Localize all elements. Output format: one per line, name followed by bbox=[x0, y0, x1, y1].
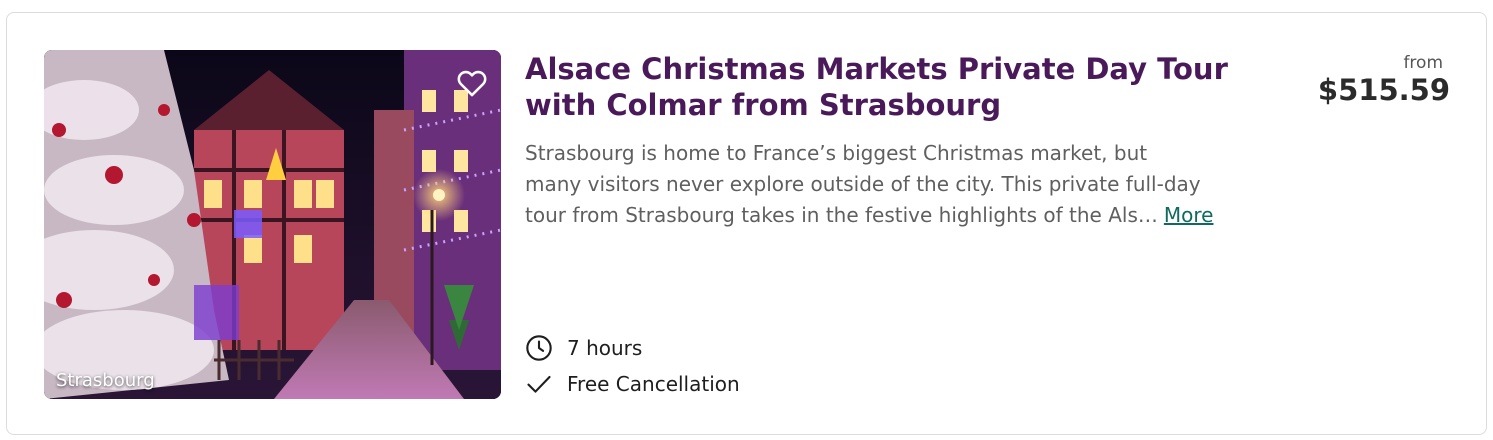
description-line: Strasbourg is home to France’s biggest C… bbox=[525, 141, 1148, 165]
description-line-text: tour from Strasbourg takes in the festiv… bbox=[525, 203, 1158, 227]
tour-title[interactable]: Alsace Christmas Markets Private Day Tou… bbox=[525, 51, 1245, 123]
christmas-street-photo bbox=[44, 50, 501, 399]
more-link[interactable]: More bbox=[1164, 203, 1214, 227]
description-line: tour from Strasbourg takes in the festiv… bbox=[525, 200, 1245, 231]
checkmark-icon bbox=[527, 375, 551, 393]
heart-outline-icon[interactable] bbox=[455, 66, 489, 100]
duration-label: 7 hours bbox=[567, 336, 643, 360]
tour-card[interactable]: Strasbourg Alsace Christmas Markets Priv… bbox=[6, 12, 1487, 435]
cancellation-label: Free Cancellation bbox=[567, 372, 740, 396]
cancellation-feature: Free Cancellation bbox=[525, 370, 740, 398]
location-label: Strasbourg bbox=[56, 370, 155, 391]
tour-description: Strasbourg is home to France’s biggest C… bbox=[525, 138, 1245, 231]
description-line: many visitors never explore outside of t… bbox=[525, 172, 1201, 196]
clock-icon bbox=[526, 335, 552, 361]
price-amount: $515.59 bbox=[1317, 73, 1450, 107]
tour-image[interactable]: Strasbourg bbox=[44, 50, 501, 399]
duration-feature: 7 hours bbox=[525, 334, 642, 362]
price-prefix: from bbox=[1403, 53, 1443, 73]
